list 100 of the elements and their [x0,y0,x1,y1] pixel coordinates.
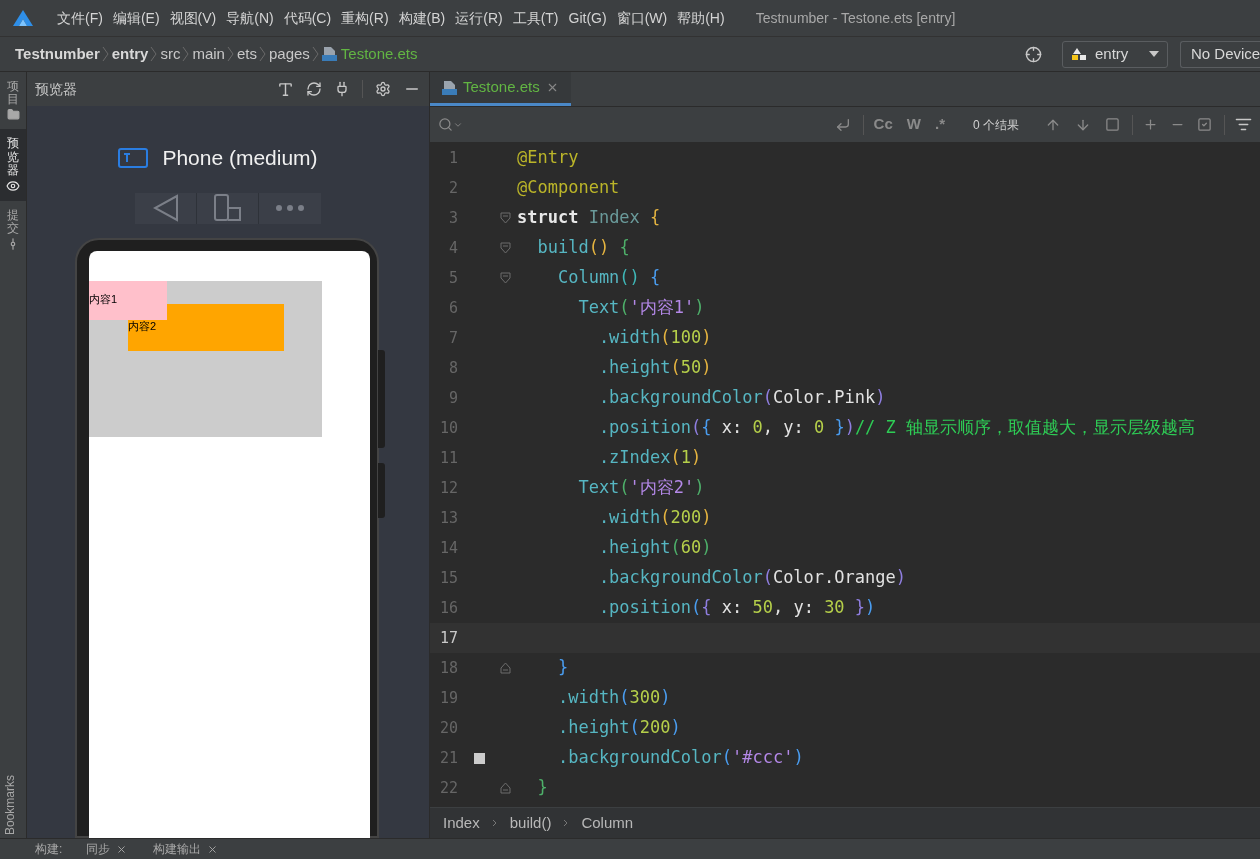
code-line: .position({ x: 50, y: 30 }) [597,596,876,620]
code-path-item[interactable]: build() [509,811,552,835]
code-line: Column() { [556,266,661,290]
line-number: 21 [438,747,458,769]
code-line: @Component [517,176,620,200]
plug-icon[interactable] [334,81,350,97]
settings-icon[interactable] [375,81,391,97]
device-dropdown[interactable]: No Device [1180,40,1260,68]
line-number: 7 [447,327,458,349]
bottom-tab[interactable]: 同步 [86,840,111,858]
newline-icon[interactable] [834,116,851,133]
back-icon [152,194,179,223]
device-name: Phone (medium) [162,145,318,171]
fold-icon[interactable] [500,242,511,254]
menu-item[interactable]: Git(G) [565,7,610,29]
menu-item[interactable]: 重构(R) [338,7,392,29]
fold-icon[interactable] [500,272,511,284]
side-tab[interactable]: 预览器 [0,129,26,201]
tab-label: Testone.ets [463,77,540,98]
fold-icon[interactable] [500,212,511,224]
code-path-item[interactable]: Column [581,811,634,835]
menu-item[interactable]: 运行(R) [452,7,506,29]
side-tab-label: 提交 [7,208,19,236]
menu-item[interactable]: 视图(V) [166,7,220,29]
code-line: .backgroundColor('#ccc') [556,746,804,770]
menu-item[interactable]: 帮助(H) [674,7,728,29]
line-number: 10 [438,417,458,439]
color-swatch[interactable] [473,752,485,764]
code-line: .height(60) [597,536,712,560]
breadcrumb-item[interactable]: entry [111,42,149,66]
code-line: .height(50) [597,356,712,380]
side-tab[interactable]: 项目 [0,72,26,130]
app-logo-icon [12,9,34,27]
code-line: .height(200) [556,716,681,740]
rotate-icon [212,194,243,223]
breadcrumb-item[interactable]: Testone.ets [340,42,418,66]
close-icon[interactable] [116,843,128,855]
module-dropdown[interactable]: entry [1062,40,1168,68]
line-number: 14 [438,537,458,559]
window-title: Testnumber - Testone.ets [entry] [755,8,956,28]
line-number: 18 [438,657,458,679]
target-icon[interactable] [1025,45,1042,63]
breadcrumb-item[interactable]: pages [268,42,310,66]
chevron-icon [491,818,498,828]
menu-item[interactable]: 工具(T) [509,7,562,29]
line-number: 20 [438,717,458,739]
panel-title: 预览器 [35,79,77,99]
code-line: .backgroundColor(Color.Pink) [597,386,886,410]
chevron-icon [226,45,235,63]
menu-item[interactable]: 文件(F) [54,7,106,29]
filter-icon[interactable] [1235,116,1252,133]
side-tab-label: 预览器 [7,137,19,177]
code-line: .zIndex(1) [597,446,702,470]
line-number: 13 [438,507,458,529]
menu-item[interactable]: 导航(N) [223,7,277,29]
side-tab[interactable]: 提交 [0,200,26,260]
build-label: 构建: [35,841,63,858]
line-number: 9 [447,387,458,409]
more-icon [276,205,304,212]
breadcrumb-item[interactable]: src [160,42,181,66]
line-number: 17 [438,627,458,649]
text-block: 内容2 [128,304,284,351]
editor-tab[interactable]: Testone.ets [430,72,571,106]
refresh-icon[interactable] [306,81,322,97]
line-number: 5 [447,267,458,289]
text-block: 内容1 [89,281,167,320]
menu-item[interactable]: 编辑(E) [109,7,163,29]
code-path-item[interactable]: Index [443,811,480,835]
code-line: .width(300) [556,686,671,710]
menu-item[interactable]: 构建(B) [395,7,449,29]
line-number: 12 [438,477,458,499]
chevron-icon [258,45,267,63]
chevron-icon [101,45,110,63]
device-icon [118,147,149,168]
side-tab-label: 项目 [7,80,19,107]
fold-icon[interactable] [500,662,511,674]
eye-icon [6,178,20,193]
breadcrumb-item[interactable]: ets [236,42,257,66]
line-number: 15 [438,567,458,589]
code-line: .width(100) [597,326,712,350]
code-line: Text('内容1') [577,296,705,320]
bottom-tab[interactable]: 构建输出 [153,840,202,858]
search-icon[interactable] [438,117,453,132]
line-number: 1 [447,147,458,169]
close-icon[interactable] [207,843,219,855]
bookmarks-tab[interactable]: Bookmarks [1,775,19,835]
line-number: 3 [447,207,458,229]
line-number: 6 [447,297,458,319]
code-line: } [536,776,548,800]
menu-item[interactable]: 窗口(W) [613,7,671,29]
file-icon [442,79,457,96]
breadcrumb-item[interactable]: main [192,42,225,66]
code-line: } [556,656,569,680]
menu-item[interactable]: 代码(C) [280,7,335,29]
font-size-icon[interactable] [277,80,294,98]
line-number: 8 [447,357,458,379]
code-line: struct Index { [517,206,661,230]
file-icon [321,46,337,62]
breadcrumb-item[interactable]: Testnumber [15,42,100,66]
fold-icon[interactable] [500,782,511,794]
